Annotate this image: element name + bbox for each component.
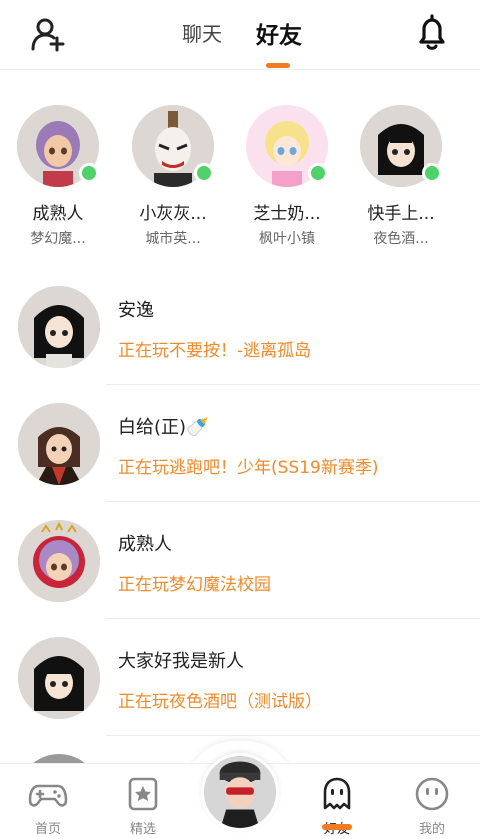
avatar xyxy=(18,520,100,602)
online-friend-game: 夜色酒... xyxy=(373,231,429,247)
friend-row[interactable]: 大家好我是新人 正在玩夜色酒吧（测试版） xyxy=(0,619,480,736)
player-avatar-button[interactable] xyxy=(201,753,279,831)
nav-featured[interactable]: 精选 xyxy=(108,776,178,837)
avatar xyxy=(18,403,100,485)
friend-status: 正在玩梦幻魔法校园 xyxy=(118,575,271,595)
ghost-icon xyxy=(323,777,351,810)
nav-label: 我的 xyxy=(418,822,445,837)
online-friend-name: 快手上... xyxy=(367,204,435,224)
header-tabs: 聊天 好友 xyxy=(0,0,480,70)
online-friend-card[interactable]: 芝士奶... 枫叶小镇 xyxy=(232,100,342,248)
face-icon xyxy=(415,777,449,811)
player-avatar xyxy=(204,756,276,828)
nav-label: 首页 xyxy=(34,822,61,837)
nav-active-indicator xyxy=(322,824,352,830)
online-friend-card[interactable]: 小灰灰... 城市英... xyxy=(118,100,228,248)
online-status-dot xyxy=(79,163,99,183)
gamepad-icon xyxy=(28,784,68,807)
online-friend-name: 小灰灰... xyxy=(139,204,207,224)
online-friend-name: 成熟人 xyxy=(32,204,84,224)
friend-row[interactable]: 白给(正)🍼 正在玩逃跑吧！少年(SS19新赛季) xyxy=(0,385,480,502)
bottom-nav: 首页 精选 好友 我的 xyxy=(0,753,480,839)
avatar xyxy=(18,286,100,368)
friend-row[interactable]: 安逸 正在玩不要按！-逃离孤岛 xyxy=(0,268,480,385)
active-tab-indicator xyxy=(266,63,290,68)
friend-name: 白给(正)🍼 xyxy=(118,417,209,438)
online-status-dot xyxy=(194,163,214,183)
online-friend-game: 梦幻魔... xyxy=(30,231,86,247)
friend-row[interactable]: 成熟人 正在玩梦幻魔法校园 xyxy=(0,502,480,619)
friend-name: 成熟人 xyxy=(118,534,172,555)
friend-status: 正在玩逃跑吧！少年(SS19新赛季) xyxy=(118,458,379,478)
online-friend-card[interactable]: 快手上... 夜色酒... xyxy=(346,100,456,248)
tab-chat[interactable]: 聊天 xyxy=(182,18,222,47)
friend-status: 正在玩不要按！-逃离孤岛 xyxy=(118,341,312,361)
avatar xyxy=(18,637,100,719)
top-bar: 聊天 好友 xyxy=(0,0,480,70)
nav-me[interactable]: 我的 xyxy=(397,776,467,837)
online-friend-game: 城市英... xyxy=(145,231,201,247)
online-friend-game: 枫叶小镇 xyxy=(259,231,315,247)
online-friend-name: 芝士奶... xyxy=(253,204,321,224)
online-status-dot xyxy=(422,163,442,183)
star-card-icon xyxy=(128,777,158,811)
friend-name: 大家好我是新人 xyxy=(118,651,244,672)
friend-status: 正在玩夜色酒吧（测试版） xyxy=(118,692,322,712)
tab-friends[interactable]: 好友 xyxy=(256,16,302,50)
bell-icon[interactable] xyxy=(414,14,450,52)
nav-label: 精选 xyxy=(129,822,156,837)
online-friend-card[interactable]: 成熟人 梦幻魔... xyxy=(3,100,113,248)
online-friends-strip: 成熟人 梦幻魔... 小灰灰... 城市英... 芝士奶... 枫叶小镇 快手上… xyxy=(0,100,480,260)
nav-home[interactable]: 首页 xyxy=(13,776,83,837)
friend-name: 安逸 xyxy=(118,300,154,321)
online-status-dot xyxy=(308,163,328,183)
